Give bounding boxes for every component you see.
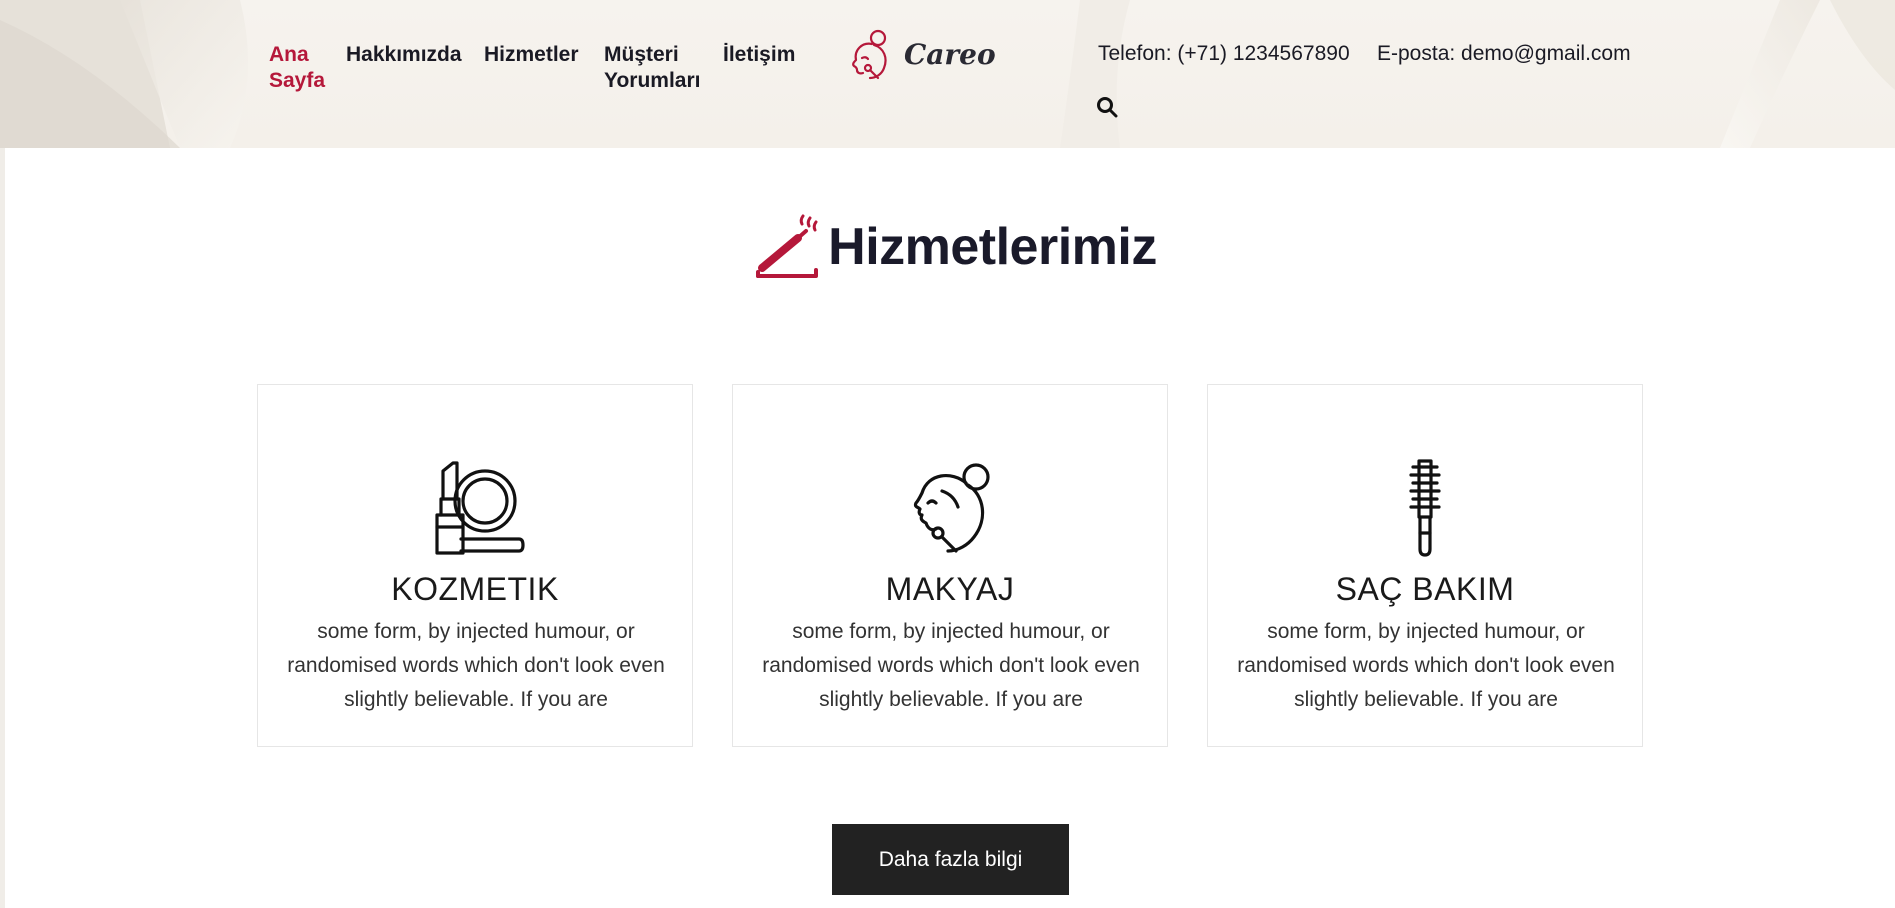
card-title: KOZMETIK	[391, 571, 559, 607]
nav-item-ana-sayfa[interactable]: Ana Sayfa	[269, 42, 329, 94]
section-title: Hizmetlerimiz	[828, 218, 1157, 276]
card-description: some form, by injected humour, or random…	[1237, 620, 1615, 711]
service-card-makyaj[interactable]: MAKYAJ some form, by injected humour, or…	[732, 384, 1168, 747]
services-heading: Hizmetlerimiz	[0, 212, 1895, 282]
card-description: some form, by injected humour, or random…	[762, 620, 1140, 711]
brand-logo[interactable]: Careo	[848, 26, 996, 82]
brand-name: Careo	[904, 37, 996, 71]
mascara-brush-icon	[756, 214, 819, 278]
search-icon	[1097, 97, 1118, 118]
header-phone: Telefon: (+71) 1234567890	[1098, 42, 1350, 65]
search-button[interactable]	[1096, 96, 1120, 120]
service-card-kozmetik[interactable]: KOZMETIK some form, by injected humour, …	[257, 384, 693, 747]
site-header: Ana Sayfa Hakkımızda Hizmetler Müşteri Y…	[0, 0, 1895, 148]
header-email[interactable]: E-posta: demo@gmail.com	[1377, 42, 1631, 66]
face-makeup-icon	[913, 463, 990, 553]
service-card-sac-bakim[interactable]: SAÇ BAKIM some form, by injected humour,…	[1207, 384, 1643, 747]
nav-item-musteri-yorumlari[interactable]: Müşteri Yorumları	[604, 42, 714, 94]
woman-face-logo-icon	[852, 29, 887, 80]
nav-item-hakkimizda[interactable]: Hakkımızda	[346, 42, 462, 68]
card-title: SAÇ BAKIM	[1335, 571, 1515, 607]
lipstick-compact-icon	[435, 461, 525, 555]
card-description: some form, by injected humour, or random…	[287, 620, 665, 711]
hair-brush-icon	[1409, 459, 1441, 557]
card-title: MAKYAJ	[885, 571, 1015, 607]
nav-item-hizmetler[interactable]: Hizmetler	[484, 42, 579, 68]
more-info-button[interactable]: Daha fazla bilgi	[832, 824, 1069, 895]
nav-item-iletisim[interactable]: İletişim	[723, 42, 795, 68]
